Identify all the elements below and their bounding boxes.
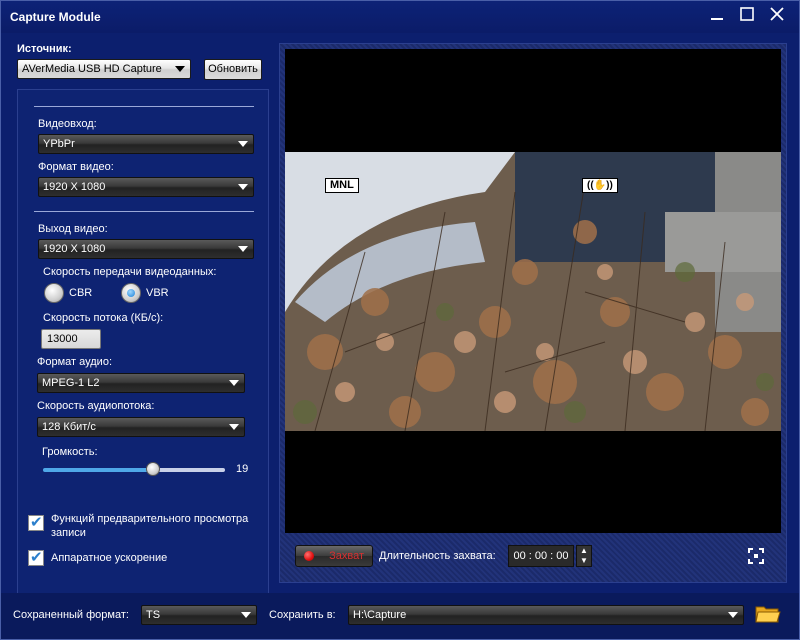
volume-slider-track[interactable] [43,468,225,472]
video-output-dropdown[interactable]: 1920 X 1080 [38,239,254,259]
audio-format-value: MPEG-1 L2 [42,377,100,389]
cbr-label: CBR [69,287,93,299]
audio-format-label: Формат аудио: [37,356,112,368]
duration-spinner[interactable]: ▲ ▼ [576,545,592,567]
chevron-down-icon [238,246,248,252]
saved-format-dropdown[interactable]: TS [141,605,257,625]
bitrate-input[interactable]: 13000 [41,329,101,349]
video-input-dropdown[interactable]: YPbPr [38,134,254,154]
chevron-down-icon [229,380,239,386]
saved-format-value: TS [146,609,161,621]
spin-up-icon[interactable]: ▲ [577,546,591,556]
chevron-down-icon [728,612,738,618]
settings-panel: Источник: AVerMedia USB HD Capture Обнов… [9,39,271,615]
record-icon [304,551,314,561]
video-output-value: 1920 X 1080 [43,243,106,255]
audio-rate-value: 128 Кбит/с [42,421,96,433]
hw-accel-label: Аппаратное ускорение [51,552,168,564]
duration-label: Длительность захвата: [379,550,496,562]
audio-rate-dropdown[interactable]: 128 Кбит/с [37,417,245,437]
bitrate-label: Скорость потока (КБ/с): [43,312,164,324]
folder-icon[interactable] [755,604,781,624]
window-title: Capture Module [10,10,101,24]
vbr-label: VBR [146,287,169,299]
volume-label: Громкость: [42,446,98,458]
video-output-label: Выход видео: [38,223,108,235]
video-image [285,152,781,431]
source-dropdown[interactable]: AVerMedia USB HD Capture [17,59,191,79]
preview-label-line2: записи [51,527,86,539]
maximize-icon[interactable] [737,7,757,27]
save-path-dropdown[interactable]: H:\Capture [348,605,744,625]
divider [34,211,254,212]
video-frame: MNL ((✋)) [285,152,781,431]
bottom-bar: Сохраненный формат: TS Сохранить в: H:\C… [1,593,799,639]
spin-down-icon[interactable]: ▼ [577,556,591,566]
save-to-label: Сохранить в: [269,609,336,621]
saved-format-label: Сохраненный формат: [13,609,129,621]
title-bar: Capture Module [1,1,799,33]
audio-rate-label: Скорость аудиопотока: [37,400,155,412]
audio-format-dropdown[interactable]: MPEG-1 L2 [37,373,245,393]
video-preview: MNL ((✋)) [285,49,781,533]
chevron-down-icon [238,184,248,190]
preview-label-line1: Функций предварительного просмотра [51,513,249,525]
video-rate-label: Скорость передачи видеоданных: [43,266,217,278]
osd-gesture-icon: ((✋)) [582,178,618,193]
vbr-radio[interactable] [121,283,141,303]
source-label: Источник: [17,43,72,55]
volume-slider-thumb[interactable] [146,462,160,476]
video-input-label: Видеовход: [38,118,97,130]
chevron-down-icon [175,66,185,72]
hw-accel-checkbox[interactable] [28,548,44,566]
chevron-down-icon [238,141,248,147]
source-value: AVerMedia USB HD Capture [22,63,162,75]
preview-checkbox[interactable] [28,513,44,531]
video-format-label: Формат видео: [38,161,114,173]
osd-mnl-label: MNL [325,178,359,193]
duration-input[interactable]: 00 : 00 : 00 [508,545,574,567]
divider [34,106,254,107]
minimize-icon[interactable] [707,7,727,27]
volume-value: 19 [236,463,249,475]
capture-module-window: Capture Module Источник: AVerMedia USB H… [0,0,800,640]
save-path-value: H:\Capture [353,609,407,621]
cbr-radio[interactable] [44,283,64,303]
chevron-down-icon [241,612,251,618]
video-input-value: YPbPr [43,138,75,150]
close-icon[interactable] [767,7,787,27]
capture-controls: Захват Длительность захвата: 00 : 00 : 0… [285,541,781,571]
video-format-dropdown[interactable]: 1920 X 1080 [38,177,254,197]
chevron-down-icon [229,424,239,430]
video-format-value: 1920 X 1080 [43,181,106,193]
fullscreen-icon[interactable] [748,548,764,564]
capture-button[interactable]: Захват [295,545,373,567]
capture-button-label: Захват [329,550,364,562]
refresh-button[interactable]: Обновить [204,59,262,80]
